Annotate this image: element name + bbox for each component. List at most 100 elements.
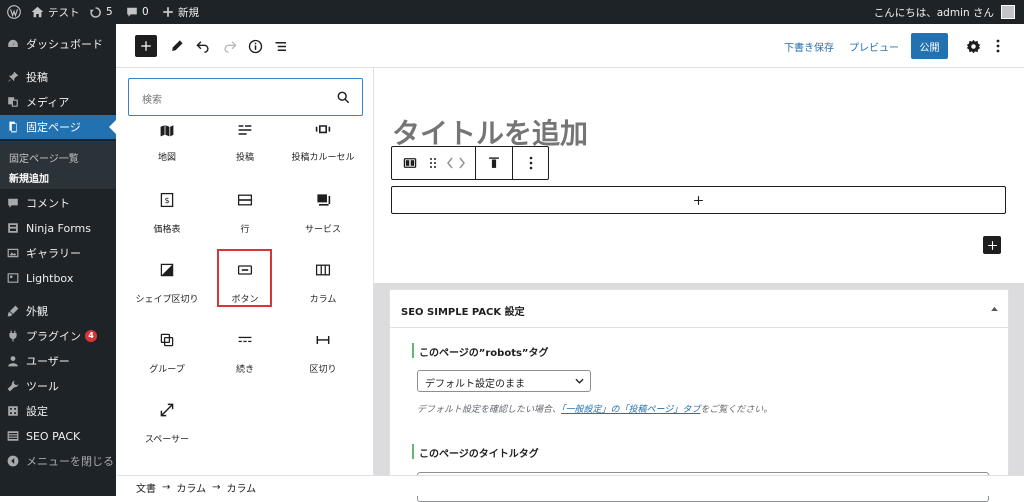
robots-select-value: デフォルト設定のまま	[425, 379, 525, 390]
plugin-update-badge: 4	[85, 330, 97, 342]
account-menu[interactable]: こんにちは、admin さん	[874, 0, 1015, 24]
comments-link[interactable]: 0	[126, 0, 149, 24]
undo-button[interactable]	[195, 24, 211, 68]
search-icon	[337, 91, 350, 104]
settings-icon	[7, 405, 19, 417]
block-button[interactable]: ボタン	[206, 249, 284, 332]
service-icon	[317, 194, 331, 206]
sidebar-item-ninja-forms[interactable]: Ninja Forms	[0, 216, 116, 240]
block-service[interactable]: サービス	[284, 192, 362, 262]
updates-link[interactable]: 5	[89, 0, 113, 24]
submenu-all-pages[interactable]: 固定ページ一覧	[9, 150, 79, 165]
pages-submenu: 固定ページ一覧 新規追加	[0, 141, 116, 189]
block-inserter-panel: 検索 地図 投稿 投稿カルーセル $ 価格表 行 サービス シェイプ区切り ボタ…	[117, 68, 374, 475]
redo-button[interactable]	[222, 24, 238, 68]
metabox-header[interactable]: SEO SIMPLE PACK 設定	[390, 290, 1008, 328]
home-icon	[31, 6, 44, 18]
column-appender-button[interactable]	[391, 186, 1006, 214]
sidebar-item-dashboard[interactable]: ダッシュボード	[0, 32, 116, 56]
drag-handle[interactable]	[428, 147, 438, 179]
sidebar-item-plugins[interactable]: プラグイン 4	[0, 324, 116, 348]
add-block-button[interactable]	[983, 236, 1001, 254]
block-post-carousel[interactable]: 投稿カルーセル	[284, 120, 362, 190]
price-table-icon: $	[160, 192, 174, 208]
block-posts[interactable]: 投稿	[206, 120, 284, 190]
sidebar-collapse-menu[interactable]: メニューを閉じる	[0, 449, 116, 473]
breadcrumb-document[interactable]: 文書	[136, 480, 156, 495]
updates-icon	[89, 6, 101, 18]
sidebar-item-seo-pack[interactable]: SEO PACK	[0, 424, 116, 448]
sidebar-item-pages[interactable]: 固定ページ	[0, 115, 116, 139]
block-more[interactable]: 続き	[206, 332, 284, 402]
block-separator[interactable]: 区切り	[284, 332, 362, 402]
sidebar-item-comments[interactable]: コメント	[0, 191, 116, 215]
svg-text:$: $	[164, 196, 169, 205]
block-inserter-toggle[interactable]	[135, 24, 157, 68]
block-search-input[interactable]: 検索	[128, 78, 363, 116]
sidebar-item-users[interactable]: ユーザー	[0, 349, 116, 373]
list-view-button[interactable]	[273, 24, 289, 68]
breadcrumb-column[interactable]: カラム	[226, 480, 256, 495]
settings-button[interactable]	[965, 24, 981, 68]
block-shape-divider[interactable]: シェイプ区切り	[128, 262, 206, 332]
lightbox-icon	[7, 272, 19, 284]
field-marker	[412, 343, 414, 358]
block-price-table[interactable]: $ 価格表	[128, 192, 206, 262]
submenu-add-new[interactable]: 新規追加	[9, 170, 49, 185]
sidebar-item-settings[interactable]: 設定	[0, 399, 116, 423]
general-settings-link[interactable]: 「一般設定」の「投稿ページ」タブ	[561, 405, 700, 415]
block-group[interactable]: グループ	[128, 332, 206, 402]
block-columns[interactable]: カラム	[284, 262, 362, 332]
updates-count: 5	[106, 6, 113, 18]
row-icon	[237, 194, 253, 206]
new-content-link[interactable]: 新規	[162, 0, 199, 24]
posts-icon	[238, 125, 252, 135]
user-icon	[7, 355, 19, 367]
redo-icon	[224, 41, 237, 53]
sidebar-item-media[interactable]: メディア	[0, 90, 116, 114]
publish-button[interactable]: 公開	[911, 24, 948, 68]
breadcrumb: 文書 → カラム → カラム	[117, 475, 1024, 496]
columns-icon	[315, 264, 331, 276]
block-map[interactable]: 地図	[128, 120, 206, 190]
move-left-button[interactable]	[444, 147, 456, 179]
breadcrumb-columns[interactable]: カラム	[176, 480, 206, 495]
plus-icon	[141, 41, 151, 51]
sidebar-item-lightbox[interactable]: Lightbox	[0, 266, 116, 290]
block-options-button[interactable]	[513, 147, 549, 179]
block-toolbar	[391, 146, 549, 180]
sidebar-item-posts[interactable]: 投稿	[0, 65, 116, 89]
details-button[interactable]	[247, 24, 263, 68]
arrow-right-icon: →	[162, 482, 171, 493]
admin-sidebar: ダッシュボード 投稿 メディア 固定ページ 固定ページ一覧 新規追加 コメント …	[0, 24, 116, 496]
tools-button[interactable]	[169, 24, 185, 68]
meta-boxes-area: SEO SIMPLE PACK 設定 このページの”robots”タグ デフォル…	[374, 283, 1024, 502]
more-options-button[interactable]	[992, 24, 1004, 68]
vertical-align-button[interactable]	[476, 147, 512, 179]
pencil-icon	[172, 40, 183, 51]
block-type-button[interactable]	[392, 147, 428, 179]
form-icon	[7, 222, 19, 234]
sidebar-item-gallery[interactable]: ギャラリー	[0, 241, 116, 265]
comment-bubble-icon	[127, 7, 137, 17]
robots-select[interactable]: デフォルト設定のまま	[417, 370, 591, 392]
site-name-link[interactable]: テスト	[31, 0, 80, 24]
preview-button[interactable]: プレビュー	[849, 24, 899, 68]
sidebar-item-tools[interactable]: ツール	[0, 374, 116, 398]
carousel-icon	[315, 125, 331, 134]
wordpress-logo-icon[interactable]	[7, 0, 21, 24]
save-draft-button[interactable]: 下書き保存	[784, 24, 834, 68]
robots-help-text: デフォルト設定を確認したい場合、「一般設定」の「投稿ページ」タブをご覧ください。	[417, 402, 772, 415]
gear-icon	[966, 39, 980, 53]
collapse-toggle-icon[interactable]	[991, 306, 998, 311]
field-marker	[412, 444, 414, 459]
move-right-button[interactable]	[456, 147, 468, 179]
block-spacer[interactable]: スペーサー	[128, 402, 206, 472]
sidebar-item-appearance[interactable]: 外観	[0, 299, 116, 323]
search-placeholder: 検索	[142, 95, 162, 106]
comments-count: 0	[142, 6, 149, 18]
avatar	[1001, 5, 1015, 19]
columns-block-icon	[403, 158, 417, 168]
site-name: テスト	[48, 6, 80, 19]
shape-divider-icon	[160, 263, 174, 277]
